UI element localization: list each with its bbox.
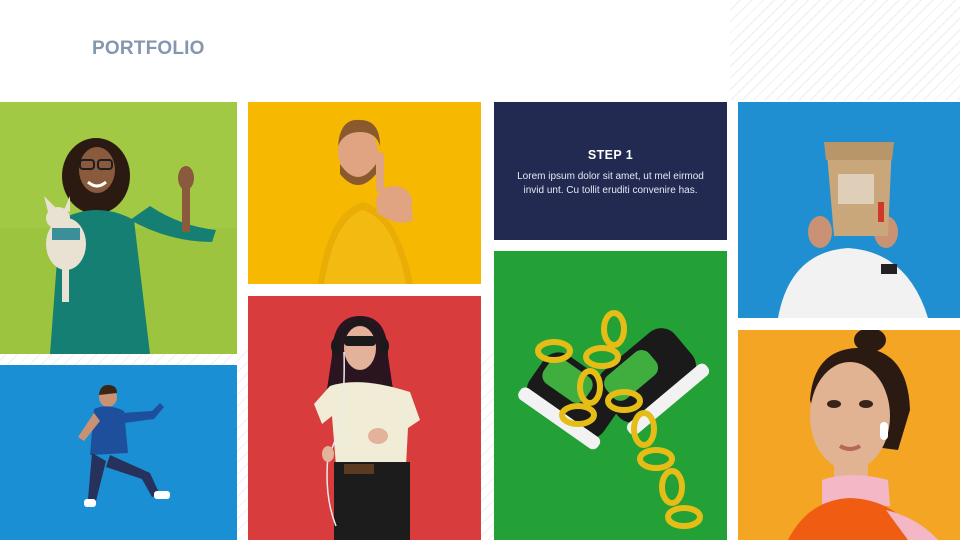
step-title: STEP 1 — [587, 148, 634, 162]
photo-sneakers-with-chain — [494, 251, 727, 540]
decorative-lines-top-right — [730, 0, 960, 100]
photo-woman-with-earbuds — [738, 330, 960, 540]
photo-woman-holding-dog — [0, 102, 237, 354]
slide-title: PORTFOLIO — [92, 38, 205, 59]
photo-man-pointing — [248, 102, 481, 284]
step-description: Lorem ipsum dolor sit amet, ut mel eirmo… — [517, 171, 704, 196]
photo-man-jumping — [0, 365, 237, 540]
photo-woman-with-headphones — [248, 296, 481, 540]
step-card: STEP 1 Lorem ipsum dolor sit amet, ut me… — [494, 102, 727, 240]
photo-man-with-paper-bag — [738, 102, 960, 318]
